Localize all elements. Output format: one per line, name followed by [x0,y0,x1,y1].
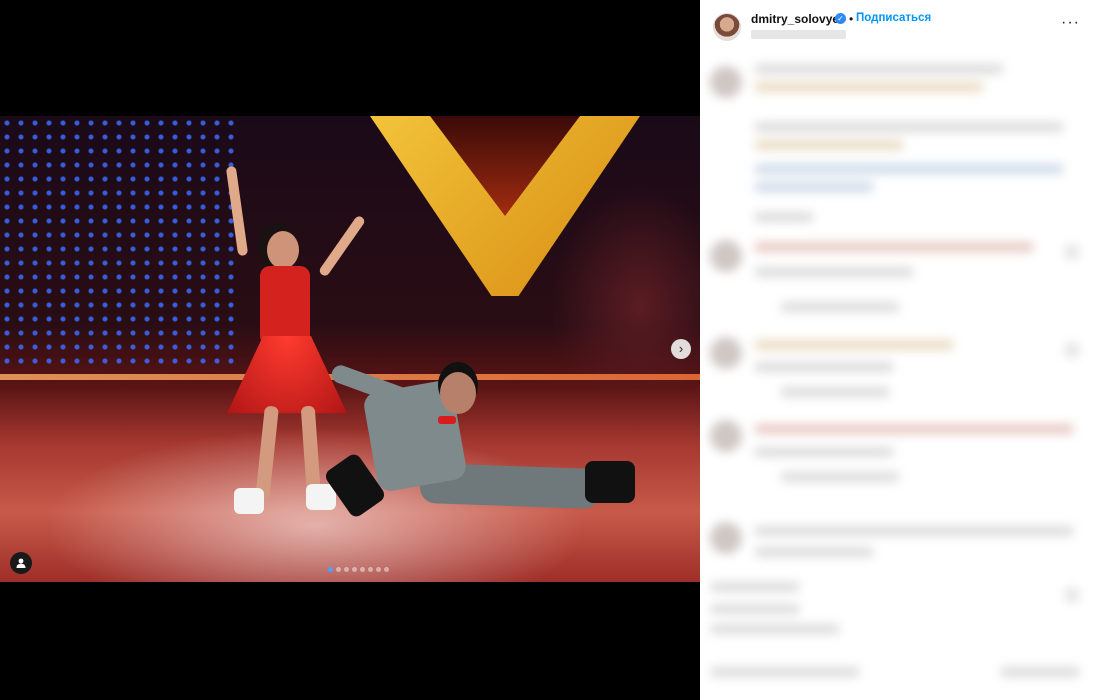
post-panel: dmitry_solovyev ✓ • Подписаться ··· [700,0,1094,700]
carousel-dot [328,567,333,572]
more-options-icon[interactable]: ··· [1061,14,1080,32]
carousel-dot [352,567,357,572]
follow-button[interactable]: Подписаться [856,12,931,24]
carousel-dot [368,567,373,572]
carousel-dot [376,567,381,572]
carousel-indicator [328,567,389,572]
post-header: dmitry_solovyev ✓ • Подписаться ··· [700,0,1094,50]
blurred-comments [700,52,1094,700]
separator-dot: • [849,12,854,26]
person-icon [16,558,26,568]
post-photo[interactable] [0,116,700,582]
user-tag-icon[interactable] [10,552,32,574]
media-viewer: › [0,0,700,700]
carousel-dot [384,567,389,572]
carousel-dot [336,567,341,572]
arena-lights [0,116,240,366]
carousel-dot [360,567,365,572]
chevron-right-icon[interactable]: › [671,339,691,359]
location-placeholder [751,30,846,39]
skater-man [322,362,650,536]
avatar[interactable] [713,13,741,41]
verified-badge-icon: ✓ [835,13,846,24]
username-link[interactable]: dmitry_solovyev [751,12,846,26]
carousel-dot [344,567,349,572]
